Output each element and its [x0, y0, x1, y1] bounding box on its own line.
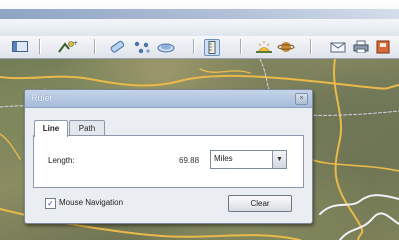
sidebar-toggle-button[interactable] — [9, 39, 31, 54]
close-icon: × — [299, 95, 304, 102]
header-stripe — [0, 9, 399, 19]
line-panel: Length: 69.88 Miles ▼ — [33, 135, 304, 188]
add-overlay-icon — [157, 43, 175, 52]
add-path-button[interactable] — [107, 39, 129, 54]
save-image-button[interactable] — [374, 39, 392, 54]
email-icon — [330, 42, 346, 52]
dialog-title: Ruler — [31, 93, 53, 103]
add-placemark-button[interactable]: + — [55, 39, 79, 54]
map-border — [319, 194, 399, 215]
close-button[interactable]: × — [295, 93, 308, 105]
print-icon — [353, 40, 369, 53]
checkmark-icon: ✓ — [47, 199, 54, 208]
ruler-button[interactable] — [204, 39, 220, 56]
toolbar: + — [0, 36, 399, 59]
map-road — [0, 133, 21, 160]
mouse-navigation-checkbox[interactable]: ✓ — [45, 198, 56, 209]
map-road — [309, 158, 399, 172]
mouse-navigation-label[interactable]: Mouse Navigation — [59, 198, 123, 207]
unit-select-value: Miles — [214, 154, 233, 163]
print-button[interactable] — [352, 39, 370, 54]
map-border — [339, 212, 399, 240]
svg-text:+: + — [73, 40, 78, 47]
length-value: 69.88 — [179, 156, 200, 165]
add-polygon-button[interactable] — [131, 39, 153, 54]
clear-button[interactable]: Clear — [228, 195, 292, 212]
window-header — [0, 0, 399, 36]
planets-button[interactable] — [276, 39, 296, 54]
chevron-down-icon[interactable]: ▼ — [272, 151, 286, 168]
tab-path-label: Path — [78, 124, 96, 133]
unit-select[interactable]: Miles ▼ — [210, 150, 287, 169]
sidebar-toggle-icon — [12, 41, 28, 52]
ruler-icon — [208, 41, 216, 54]
add-path-icon — [110, 40, 125, 53]
ruler-dialog: Ruler × Line Path Length: 69.88 Miles ▼ … — [24, 89, 313, 224]
email-button[interactable] — [329, 39, 347, 54]
add-placemark-icon: + — [58, 40, 78, 53]
map-road — [199, 68, 251, 74]
save-image-icon — [376, 40, 390, 53]
tab-path[interactable]: Path — [69, 120, 105, 136]
dialog-titlebar[interactable]: Ruler × — [25, 90, 312, 108]
tab-line[interactable]: Line — [34, 120, 68, 137]
planets-icon — [277, 41, 295, 52]
map-road — [0, 74, 399, 90]
tab-line-label: Line — [42, 124, 60, 133]
sunlight-icon — [256, 40, 272, 53]
add-overlay-button[interactable] — [155, 39, 179, 54]
sunlight-button[interactable] — [254, 39, 274, 54]
length-label: Length: — [48, 156, 75, 165]
add-polygon-icon — [134, 41, 150, 53]
